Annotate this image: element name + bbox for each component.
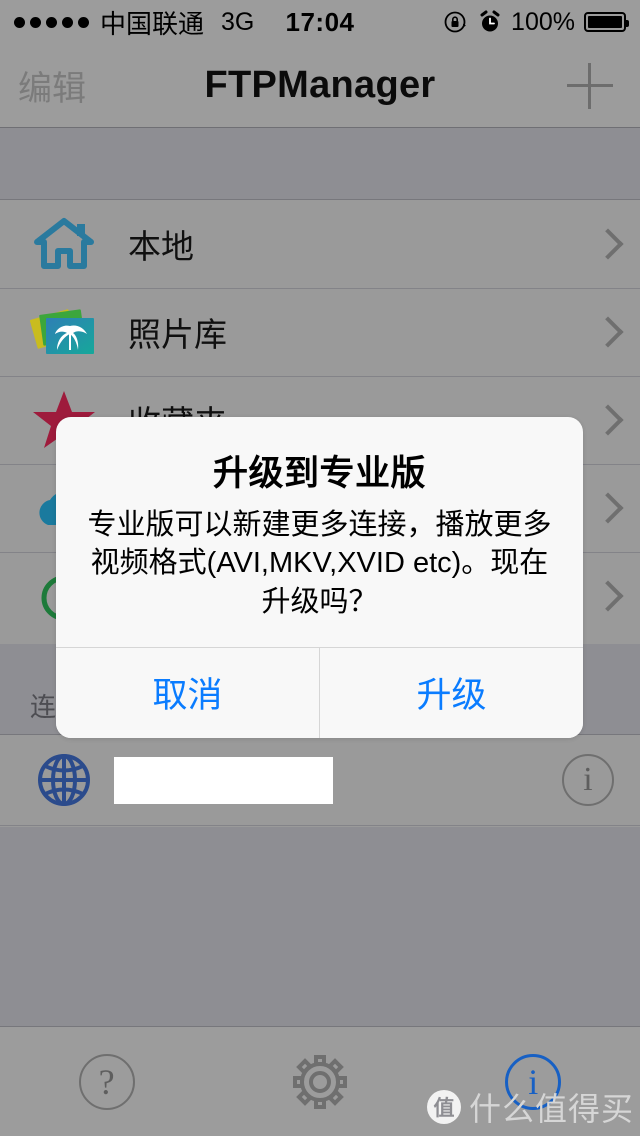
alert-cancel-button[interactable]: 取消 [56, 647, 319, 738]
alert-message: 专业版可以新建更多连接，播放更多视频格式(AVI,MKV,XVID etc)。现… [87, 509, 552, 618]
alert-confirm-button[interactable]: 升级 [319, 647, 583, 738]
alert-body: 升级到专业版 专业版可以新建更多连接，播放更多视频格式(AVI,MKV,XVID… [56, 417, 583, 647]
alert-title: 升级到专业版 [212, 454, 426, 493]
upgrade-alert-dialog: 升级到专业版 专业版可以新建更多连接，播放更多视频格式(AVI,MKV,XVID… [56, 417, 583, 738]
app-screen: 中国联通 3G 17:04 100% 编辑 FTPManager 本地 照片库 … [0, 0, 640, 1136]
alert-actions: 取消 升级 [56, 646, 583, 738]
